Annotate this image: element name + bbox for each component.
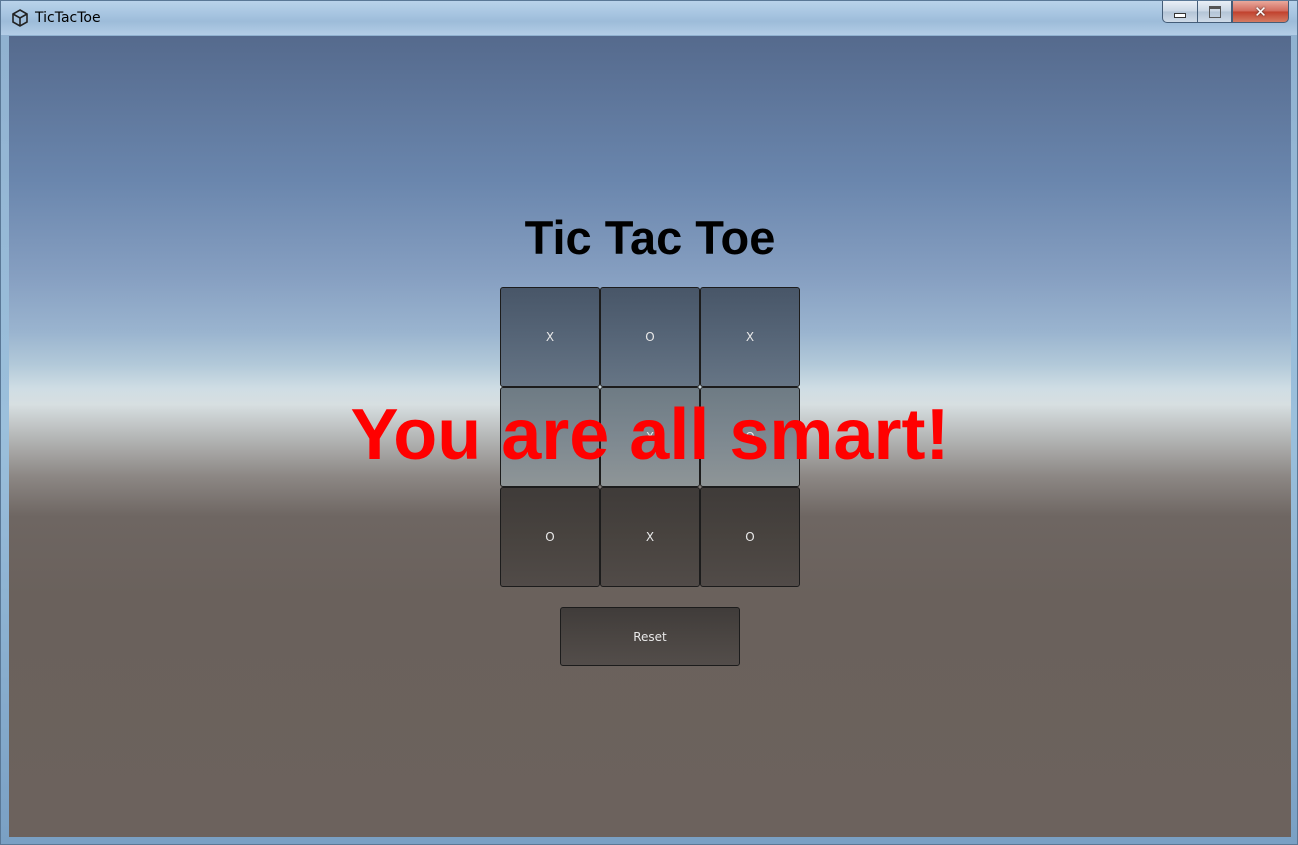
minimize-icon (1174, 13, 1186, 18)
board-cell-0-1[interactable]: O (600, 287, 700, 387)
board-cell-2-1[interactable]: X (600, 487, 700, 587)
board-cell-0-2[interactable]: X (700, 287, 800, 387)
game-viewport: Tic Tac Toe X O X X X O O X O Reset You … (9, 36, 1291, 837)
window-controls: ✕ (1162, 1, 1289, 23)
board-cell-2-0[interactable]: O (500, 487, 600, 587)
board-cell-1-0[interactable]: X (500, 387, 600, 487)
maximize-button[interactable] (1197, 1, 1232, 23)
maximize-icon (1208, 5, 1221, 18)
game-title: Tic Tac Toe (524, 211, 776, 264)
minimize-button[interactable] (1162, 1, 1197, 23)
board-cell-0-0[interactable]: X (500, 287, 600, 387)
app-window: TicTacToe ✕ Tic Tac Toe X O X X X O O X … (0, 0, 1298, 845)
board-cell-2-2[interactable]: O (700, 487, 800, 587)
unity-logo-icon (12, 9, 28, 27)
title-bar[interactable]: TicTacToe ✕ (1, 1, 1297, 35)
window-title: TicTacToe (35, 10, 101, 26)
reset-button[interactable]: Reset (560, 607, 740, 666)
close-icon: ✕ (1254, 2, 1267, 21)
board-cell-1-1[interactable]: X (600, 387, 700, 487)
close-button[interactable]: ✕ (1232, 1, 1289, 23)
board-cell-1-2[interactable]: O (700, 387, 800, 487)
game-board: X O X X X O O X O (500, 287, 800, 587)
